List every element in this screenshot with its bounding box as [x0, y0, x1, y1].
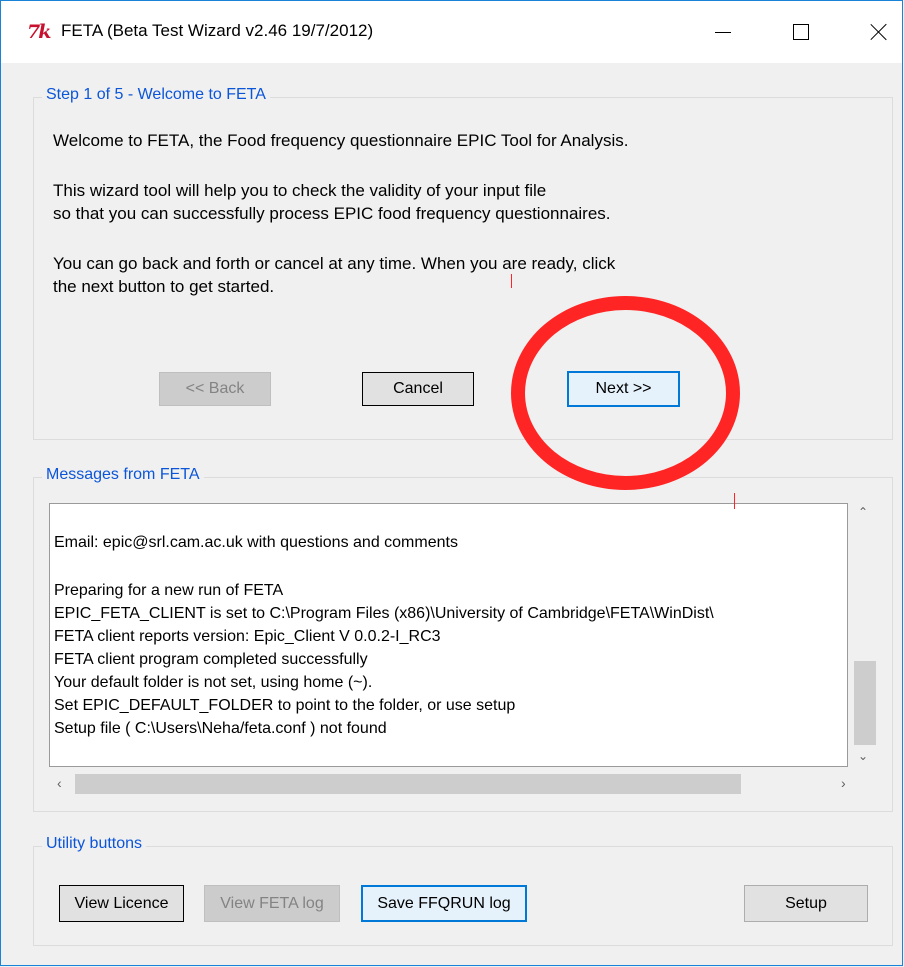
next-button[interactable]: Next >>: [567, 371, 680, 407]
horizontal-scrollbar[interactable]: ‹ ›: [49, 769, 848, 799]
maximize-button[interactable]: [771, 1, 831, 63]
messages-panel-legend: Messages from FETA: [42, 466, 204, 484]
close-button[interactable]: [849, 1, 904, 63]
close-icon: [870, 23, 888, 41]
back-button[interactable]: << Back: [159, 372, 271, 406]
step-panel-legend: Step 1 of 5 - Welcome to FETA: [42, 86, 270, 104]
welcome-text-line: You can go back and forth or cancel at a…: [53, 254, 616, 273]
welcome-text-line: This wizard tool will help you to check …: [53, 181, 547, 200]
log-line: EPIC_FETA_CLIENT is set to C:\Program Fi…: [54, 605, 714, 622]
cancel-button[interactable]: Cancel: [362, 372, 474, 406]
log-line: FETA client program completed successful…: [54, 651, 368, 668]
annotation-tick-mark: [511, 274, 512, 288]
scroll-up-icon[interactable]: ⌃: [858, 505, 868, 519]
setup-button[interactable]: Setup: [744, 885, 868, 922]
annotation-tick-mark: [734, 493, 735, 509]
save-ffqrun-log-button[interactable]: Save FFQRUN log: [361, 885, 527, 922]
app-icon: 7k: [27, 21, 51, 43]
log-line: Email: epic@srl.cam.ac.uk with questions…: [54, 534, 458, 551]
welcome-text-line: so that you can successfully process EPI…: [53, 204, 611, 223]
window-title: FETA (Beta Test Wizard v2.46 19/7/2012): [61, 21, 374, 40]
horizontal-scroll-thumb[interactable]: [75, 774, 741, 794]
vertical-scrollbar[interactable]: ⌃ ⌄: [849, 503, 878, 767]
title-bar[interactable]: 7k FETA (Beta Test Wizard v2.46 19/7/201…: [1, 1, 902, 63]
vertical-scroll-thumb[interactable]: [854, 661, 876, 745]
welcome-text-line: the next button to get started.: [53, 277, 275, 296]
welcome-heading-text: Welcome to FETA, the Food frequency ques…: [53, 131, 629, 150]
log-line: Set EPIC_DEFAULT_FOLDER to point to the …: [54, 697, 516, 714]
maximize-icon: [793, 24, 809, 40]
log-line: Setup file ( C:\Users\Neha/feta.conf ) n…: [54, 720, 387, 737]
main-window: 7k FETA (Beta Test Wizard v2.46 19/7/201…: [0, 0, 903, 966]
minimize-button[interactable]: [693, 1, 753, 63]
utility-panel-legend: Utility buttons: [42, 835, 147, 853]
log-line: Your default folder is not set, using ho…: [54, 674, 373, 691]
minimize-icon: [715, 31, 731, 33]
scroll-right-icon[interactable]: ›: [841, 775, 846, 791]
view-feta-log-button[interactable]: View FETA log: [204, 885, 340, 922]
log-line: FETA client reports version: Epic_Client…: [54, 628, 441, 645]
messages-log[interactable]: Email: epic@srl.cam.ac.uk with questions…: [49, 503, 848, 767]
scroll-left-icon[interactable]: ‹: [57, 775, 62, 791]
view-licence-button[interactable]: View Licence: [59, 885, 184, 922]
log-line: Preparing for a new run of FETA: [54, 582, 284, 599]
scroll-down-icon[interactable]: ⌄: [858, 749, 868, 763]
